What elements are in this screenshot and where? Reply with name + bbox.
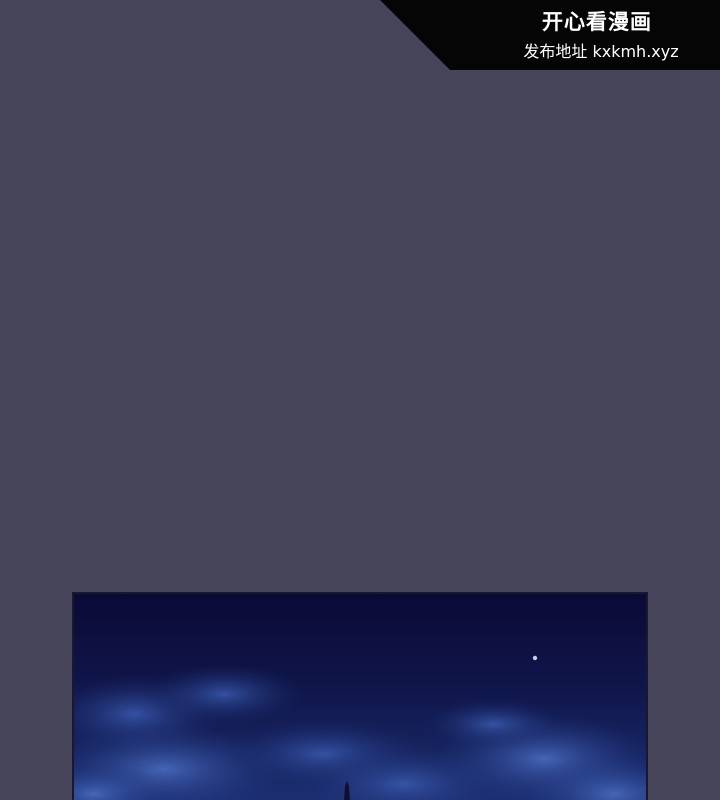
watermark-url: 发布地址 kxkmh.xyz	[523, 42, 679, 61]
watermark-title: 开心看漫画	[542, 10, 652, 34]
night-sky-panel	[72, 592, 648, 800]
night-sky-illustration	[74, 594, 646, 800]
comic-page: 开心看漫画 发布地址 kxkmh.xyz	[0, 0, 720, 800]
watermark-banner: 开心看漫画 发布地址 kxkmh.xyz	[380, 0, 720, 70]
star	[532, 655, 538, 661]
